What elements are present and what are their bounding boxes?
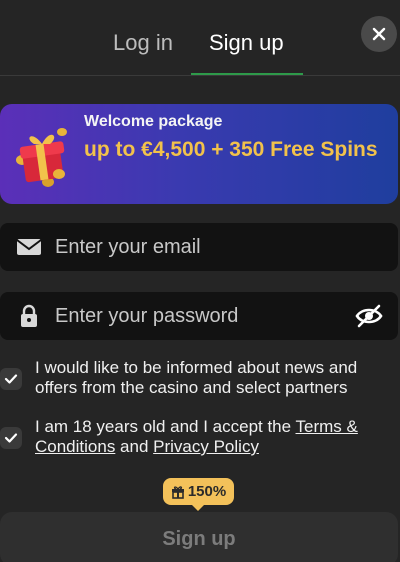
news-consent-label: I would like to be informed about news a…: [35, 358, 358, 397]
welcome-banner: Welcome package up to €4,500 + 350 Free …: [0, 104, 398, 204]
terms-prefix: I am 18 years old and I accept the: [35, 417, 296, 436]
gift-icon: [16, 128, 67, 187]
email-field[interactable]: [0, 223, 398, 271]
lock-icon: [21, 304, 37, 327]
banner-offer: up to €4,500 + 350 Free Spins: [84, 138, 378, 161]
eye-off-icon[interactable]: [354, 303, 384, 329]
close-button[interactable]: [361, 16, 397, 52]
bonus-badge-text: 150%: [187, 483, 227, 500]
password-input[interactable]: [55, 292, 345, 340]
privacy-policy-link[interactable]: Privacy Policy: [153, 437, 259, 456]
banner-title: Welcome package: [84, 113, 223, 130]
email-input[interactable]: [55, 223, 345, 271]
terms-joiner: and: [115, 437, 154, 456]
auth-header: Log in Sign up: [0, 0, 400, 76]
active-tab-indicator: [191, 73, 303, 75]
check-icon: [4, 433, 18, 443]
envelope-icon: [16, 239, 42, 255]
gift-icon: [171, 485, 184, 499]
terms-consent-label: I am 18 years old and I accept the Terms…: [35, 417, 390, 457]
terms-consent-checkbox[interactable]: [0, 427, 22, 449]
news-consent-checkbox[interactable]: [0, 368, 22, 390]
close-icon: [372, 27, 386, 41]
tab-signup[interactable]: Sign up: [209, 30, 284, 56]
tab-login[interactable]: Log in: [113, 30, 173, 56]
check-icon: [4, 374, 18, 384]
bonus-badge: 150%: [163, 478, 234, 511]
signup-submit-button[interactable]: Sign up: [0, 512, 398, 562]
password-field[interactable]: [0, 292, 398, 340]
